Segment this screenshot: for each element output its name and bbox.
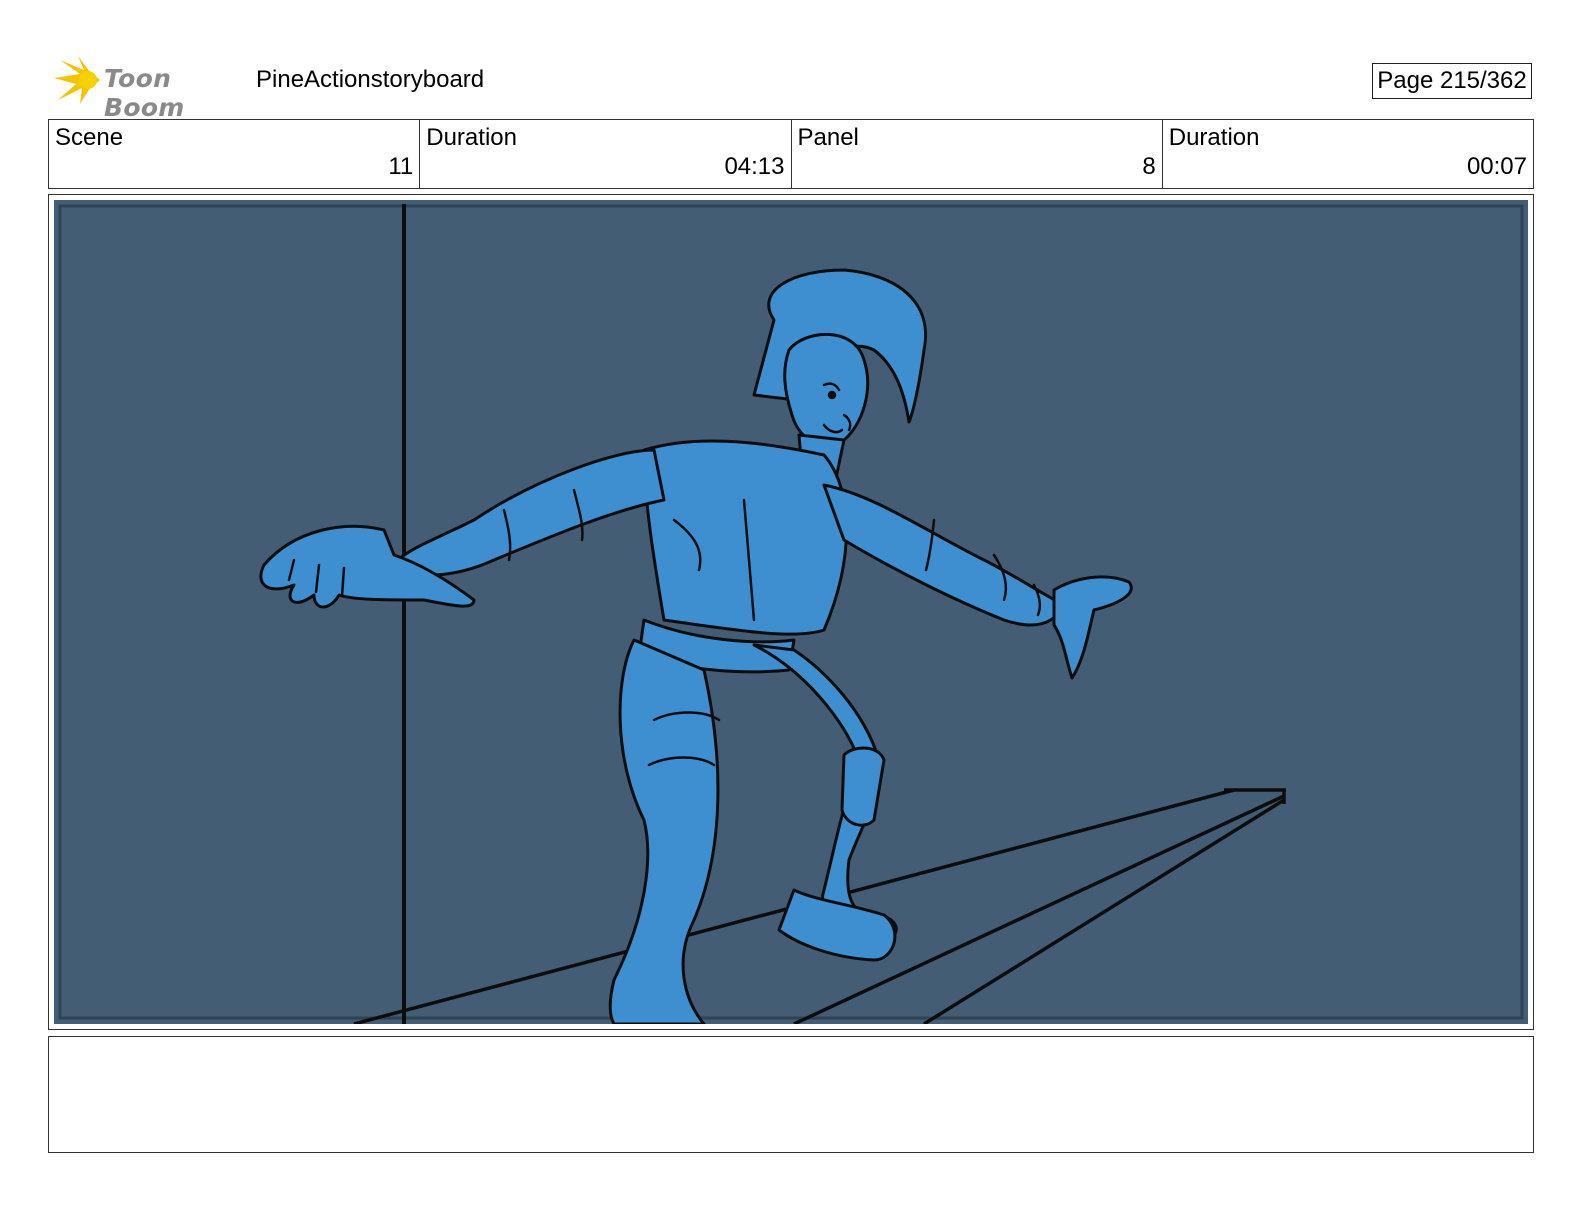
- scene-value: 11: [388, 153, 414, 180]
- panel-cell: Panel 8: [792, 120, 1163, 188]
- document-title: PineActionstoryboard: [256, 66, 485, 93]
- panel-value: 8: [1142, 153, 1156, 180]
- character-torso: [642, 439, 848, 636]
- scene-info-bar: Scene 11 Duration 04:13 Panel 8 Duration…: [48, 119, 1534, 189]
- logo-text: Toon Boom: [104, 64, 185, 122]
- scene-duration-cell: Duration 04:13: [420, 120, 792, 188]
- scene-duration-label: Duration: [426, 124, 517, 151]
- panel-duration-cell: Duration 00:07: [1163, 120, 1533, 188]
- toon-boom-logo: Toon Boom: [50, 54, 240, 122]
- toon-boom-star-icon: [54, 56, 100, 104]
- scene-duration-value: 04:13: [724, 153, 785, 180]
- scene-label: Scene: [55, 124, 124, 151]
- scene-cell: Scene 11: [49, 120, 421, 188]
- storyboard-panel-frame: [48, 194, 1534, 1030]
- panel-duration-value: 00:07: [1466, 153, 1527, 180]
- panel-notes-box: [48, 1036, 1534, 1153]
- panel-duration-label: Duration: [1168, 124, 1260, 151]
- page-indicator: Page 215/362: [1372, 63, 1532, 99]
- storyboard-panel-drawing: [54, 200, 1528, 1024]
- panel-label: Panel: [797, 124, 859, 151]
